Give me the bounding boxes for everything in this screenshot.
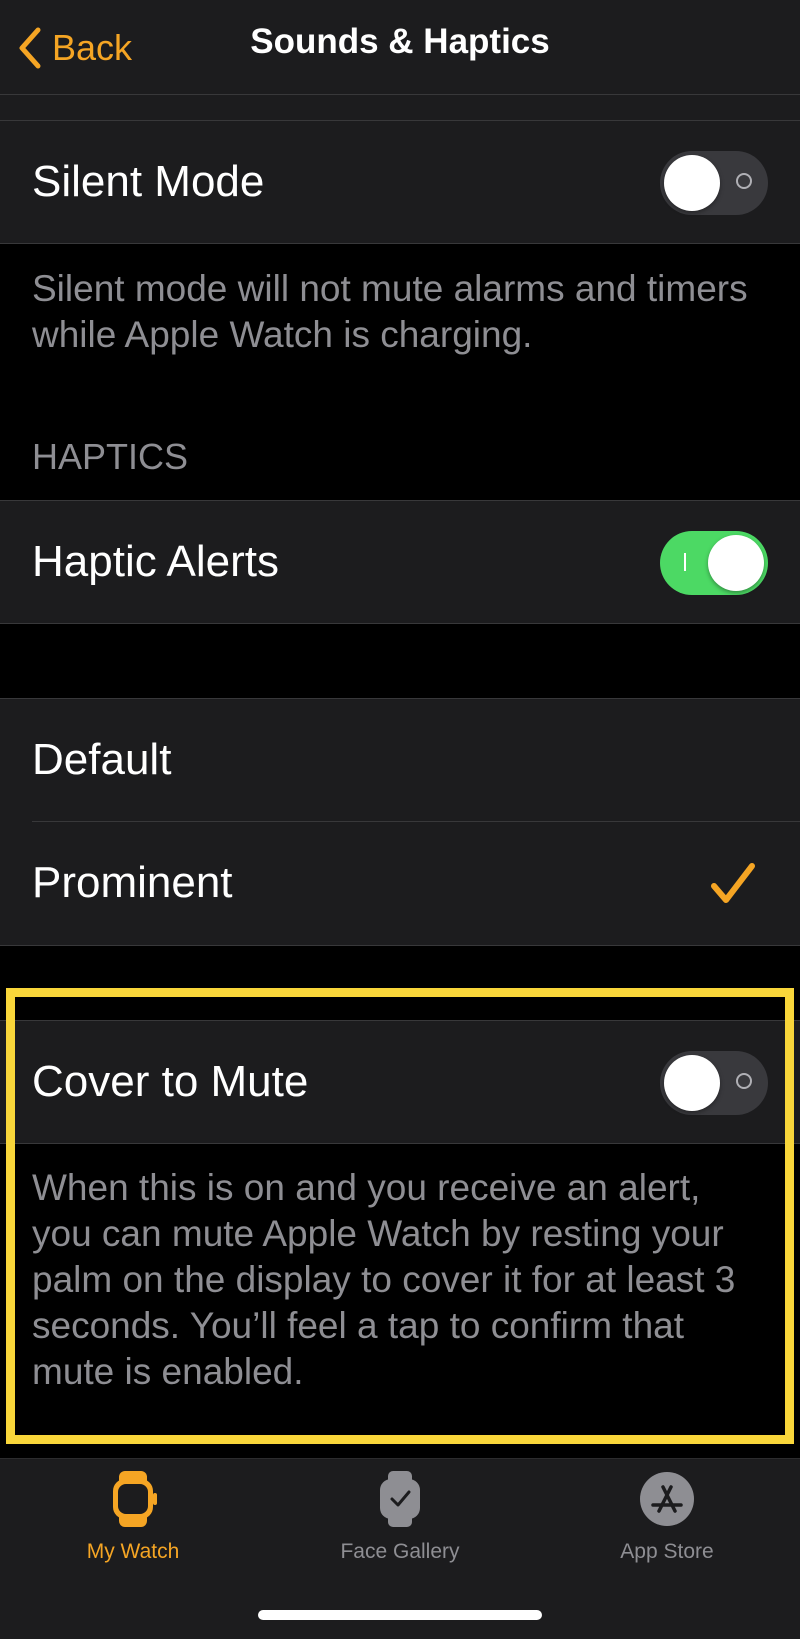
cover-to-mute-label: Cover to Mute: [32, 1057, 309, 1106]
haptic-option-prominent[interactable]: Prominent: [0, 822, 800, 946]
tab-label: My Watch: [86, 1540, 180, 1563]
toggle-knob: [664, 1055, 720, 1111]
face-gallery-icon: [380, 1471, 420, 1527]
watch-icon: [113, 1471, 157, 1527]
tab-label: App Store: [620, 1540, 714, 1563]
tab-app-store[interactable]: App Store: [534, 1469, 800, 1564]
silent-mode-label: Silent Mode: [32, 157, 265, 206]
toggle-off-mark: [736, 173, 752, 189]
home-indicator[interactable]: [258, 1610, 542, 1620]
silent-mode-toggle[interactable]: [660, 151, 768, 215]
haptic-option-label: Prominent: [32, 858, 233, 907]
cover-to-mute-footnote: When this is on and you receive an alert…: [32, 1167, 736, 1392]
tab-face-gallery[interactable]: Face Gallery: [267, 1469, 533, 1564]
silent-mode-row[interactable]: Silent Mode: [0, 120, 800, 244]
cover-to-mute-toggle[interactable]: [660, 1051, 768, 1115]
checkmark-icon: [711, 863, 755, 903]
haptic-option-label: Default: [32, 735, 172, 784]
tab-my-watch[interactable]: My Watch: [0, 1469, 266, 1564]
previous-cell-edge: [0, 94, 800, 120]
page-title: Sounds & Haptics: [250, 22, 550, 61]
haptic-alerts-toggle[interactable]: [660, 531, 768, 595]
haptic-alerts-row[interactable]: Haptic Alerts: [0, 500, 800, 624]
haptics-section-header: HAPTICS: [32, 436, 189, 477]
toggle-on-mark: [684, 553, 686, 571]
haptic-option-default[interactable]: Default: [0, 698, 800, 822]
app-store-icon: [640, 1472, 694, 1526]
cover-to-mute-row[interactable]: Cover to Mute: [0, 1020, 800, 1144]
toggle-knob: [664, 155, 720, 211]
silent-mode-footnote: Silent mode will not mute alarms and tim…: [32, 268, 748, 355]
haptic-alerts-label: Haptic Alerts: [32, 537, 279, 586]
toggle-knob: [708, 535, 764, 591]
toggle-off-mark: [736, 1073, 752, 1089]
navigation-bar: Back Sounds & Haptics: [0, 0, 800, 95]
tab-label: Face Gallery: [340, 1540, 460, 1563]
